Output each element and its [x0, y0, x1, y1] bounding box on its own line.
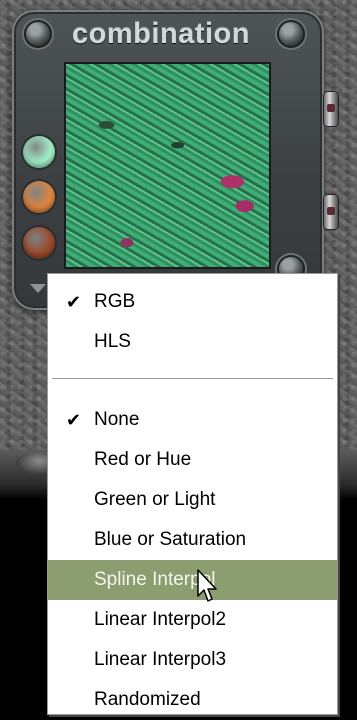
checkmark-icon: ✔ — [66, 292, 82, 312]
slider-knob-upper[interactable] — [324, 92, 338, 126]
menu-item-label: None — [94, 409, 140, 430]
menu-item-label: Linear Interpol3 — [94, 649, 227, 670]
menu-item-label: Red or Hue — [94, 449, 192, 470]
screw-top-right-icon — [277, 20, 305, 48]
menu-item-label: Blue or Saturation — [94, 529, 247, 550]
mouse-pointer-icon — [197, 569, 217, 602]
color-swatch-2[interactable] — [23, 181, 55, 213]
menu-item-label: Linear Interpol2 — [94, 609, 227, 630]
menu-item-green-or-light[interactable]: Green or Light — [48, 480, 337, 520]
menu-item-none[interactable]: ✔ None — [48, 400, 337, 440]
menu-item-label: HLS — [94, 331, 131, 352]
context-menu: ✔ RGB HLS ✔ None Red or Hue Green or Lig… — [47, 273, 338, 715]
menu-item-red-or-hue[interactable]: Red or Hue — [48, 440, 337, 480]
color-swatch-1[interactable] — [23, 136, 55, 168]
texture-preview — [64, 62, 271, 269]
menu-item-label: Green or Light — [94, 489, 216, 510]
dropdown-arrow-icon[interactable] — [30, 284, 46, 293]
checkmark-icon: ✔ — [66, 410, 82, 430]
menu-item-randomized[interactable]: Randomized — [48, 680, 337, 720]
menu-item-linear-interpol2[interactable]: Linear Interpol2 — [48, 600, 337, 640]
screw-top-left-icon — [24, 20, 52, 48]
menu-item-label: RGB — [94, 291, 136, 312]
menu-separator — [52, 378, 333, 380]
menu-item-label: Randomized — [94, 689, 201, 710]
menu-item-linear-interpol3[interactable]: Linear Interpol3 — [48, 640, 337, 680]
color-swatch-3[interactable] — [23, 227, 55, 259]
menu-item-spline-interpol[interactable]: Spline Interpol — [48, 560, 337, 600]
panel-title: combination — [72, 18, 250, 50]
menu-item-blue-or-saturation[interactable]: Blue or Saturation — [48, 520, 337, 560]
menu-item-hls[interactable]: HLS — [48, 322, 337, 362]
slider-knob-lower[interactable] — [324, 195, 338, 229]
menu-item-rgb[interactable]: ✔ RGB — [48, 282, 337, 322]
